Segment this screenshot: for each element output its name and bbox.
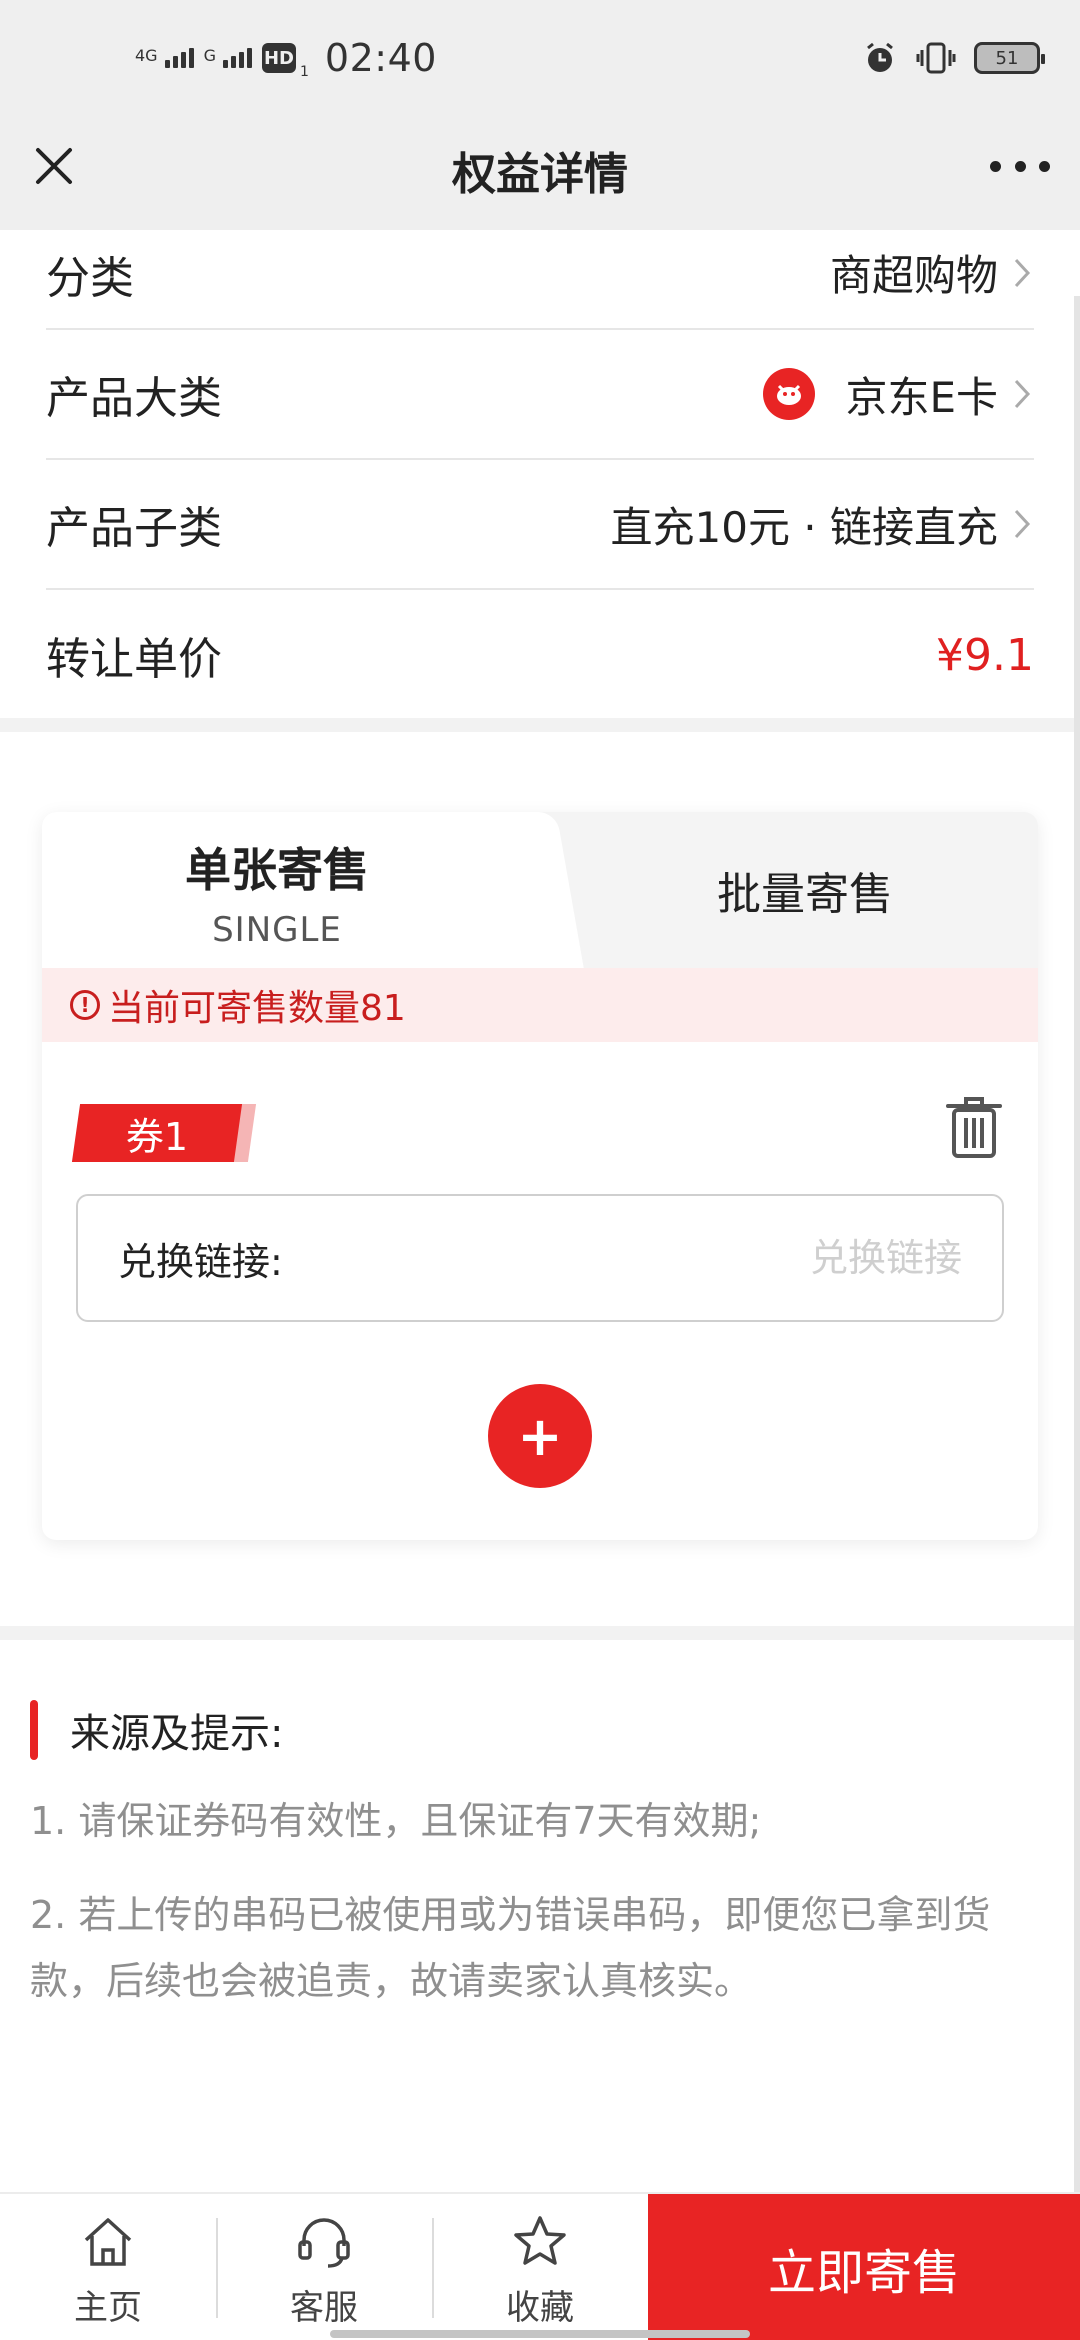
favorite-button[interactable]: 收藏 (432, 2194, 648, 2340)
row-label: 产品大类 (46, 373, 222, 424)
tips-section: 来源及提示: 1. 请保证券码有效性，且保证有7天有效期; 2. 若上传的串码已… (0, 1640, 1080, 2014)
tab-single-title: 单张寄售 (185, 843, 369, 897)
row-value: 直充10元 · 链接直充 (611, 494, 1035, 555)
home-button[interactable]: 主页 (0, 2194, 216, 2340)
page-title: 权益详情 (452, 149, 628, 200)
notice-text: 当前可寄售数量81 (108, 988, 406, 1029)
bottom-bar: 主页 客服 收藏 立即寄售 (0, 2192, 1080, 2340)
favorite-label: 收藏 (506, 2288, 574, 2328)
alert-icon: ! (70, 990, 100, 1020)
add-coupon-button[interactable]: + (488, 1384, 592, 1488)
network-g-label: G (203, 46, 216, 65)
tab-single[interactable]: 单张寄售 SINGLE (42, 812, 530, 968)
redeem-link-label: 兑换链接: (118, 1239, 283, 1284)
plus-icon: + (517, 1404, 563, 1468)
home-label: 主页 (74, 2288, 142, 2328)
tips-title: 来源及提示: (30, 1698, 1080, 1762)
row-product-category[interactable]: 产品大类 京东E卡 (46, 330, 1034, 460)
section-divider (0, 718, 1080, 732)
row-value-text: 商超购物 (829, 251, 998, 300)
service-label: 客服 (290, 2288, 358, 2328)
home-indicator[interactable] (330, 2330, 750, 2338)
jd-logo-icon (763, 368, 816, 420)
signal-4g-icon: 4G (135, 48, 194, 68)
tip-item: 2. 若上传的串码已被使用或为错误串码，即便您已拿到货款，后续也会被追责，故请卖… (30, 1893, 991, 2003)
alarm-icon (867, 42, 893, 72)
section-divider (0, 1626, 1080, 1640)
row-unit-price: 转让单价 ¥9.1 (46, 590, 1034, 720)
unit-price: ¥9.1 (936, 629, 1034, 681)
more-menu-icon[interactable] (990, 144, 1050, 188)
consign-tabs: 单张寄售 SINGLE 批量寄售 (42, 812, 1038, 968)
coupon-label: 券1 (125, 1114, 189, 1159)
row-label: 产品子类 (46, 503, 222, 554)
coupon-header: 券1 (42, 1042, 1038, 1192)
row-value: 京东E卡 (763, 364, 1034, 425)
signal-g-icon: G (204, 48, 252, 68)
status-left: 4G G HD 1 02:40 (135, 36, 437, 80)
row-label: 转让单价 (46, 634, 222, 685)
chevron-right-icon (1014, 379, 1031, 409)
scrollbar[interactable] (1074, 296, 1080, 2296)
coupon-tag: 券1 (71, 1104, 257, 1162)
hd-sub-label: 1 (299, 64, 309, 80)
battery-icon: 51 (974, 42, 1045, 74)
info-list: 分类 商超购物 产品大类 京东E卡 产品子类 直充10元 · 链接直充 转让单价… (0, 230, 1080, 720)
redeem-link-field[interactable]: 兑换链接: (76, 1194, 1004, 1322)
top-bar: 4G G HD 1 02:40 51 权益详情 (0, 0, 1080, 230)
sell-now-button[interactable]: 立即寄售 (648, 2194, 1080, 2340)
page: 4G G HD 1 02:40 51 权益详情 分类 商超购物 产品大类 京东E… (0, 0, 1080, 2340)
available-quantity-notice: ! 当前可寄售数量81 (42, 968, 1038, 1042)
headset-icon (298, 2218, 350, 2268)
vibrate-icon (916, 42, 956, 74)
row-value-text: 直充10元 · 链接直充 (610, 502, 999, 552)
nav-bar: 权益详情 (0, 120, 1080, 230)
hd-voice-icon: HD (261, 43, 296, 73)
row-category[interactable]: 分类 商超购物 (46, 230, 1034, 330)
trash-icon[interactable] (944, 1094, 1004, 1160)
row-label: 分类 (46, 253, 134, 304)
consign-card: 单张寄售 SINGLE 批量寄售 ! 当前可寄售数量81 券1 兑换链接: 兑换… (42, 812, 1038, 1540)
row-value: 商超购物 (830, 242, 1034, 303)
chevron-right-icon (1014, 258, 1031, 287)
status-time: 02:40 (324, 36, 437, 80)
tab-single-subtitle: SINGLE (212, 910, 342, 950)
row-value-text: 京东E卡 (845, 372, 998, 422)
home-icon (84, 2218, 132, 2266)
customer-service-button[interactable]: 客服 (216, 2194, 432, 2340)
status-right: 51 (862, 40, 1045, 76)
tip-item: 1. 请保证券码有效性，且保证有7天有效期; (30, 1799, 762, 1843)
status-bar: 4G G HD 1 02:40 51 (0, 0, 1080, 120)
network-4g-label: 4G (135, 46, 158, 65)
redeem-link-input[interactable] (282, 1236, 962, 1280)
row-product-subcategory[interactable]: 产品子类 直充10元 · 链接直充 (46, 460, 1034, 590)
chevron-right-icon (1014, 509, 1031, 539)
star-icon (514, 2216, 566, 2265)
tab-batch[interactable]: 批量寄售 (572, 812, 1038, 968)
